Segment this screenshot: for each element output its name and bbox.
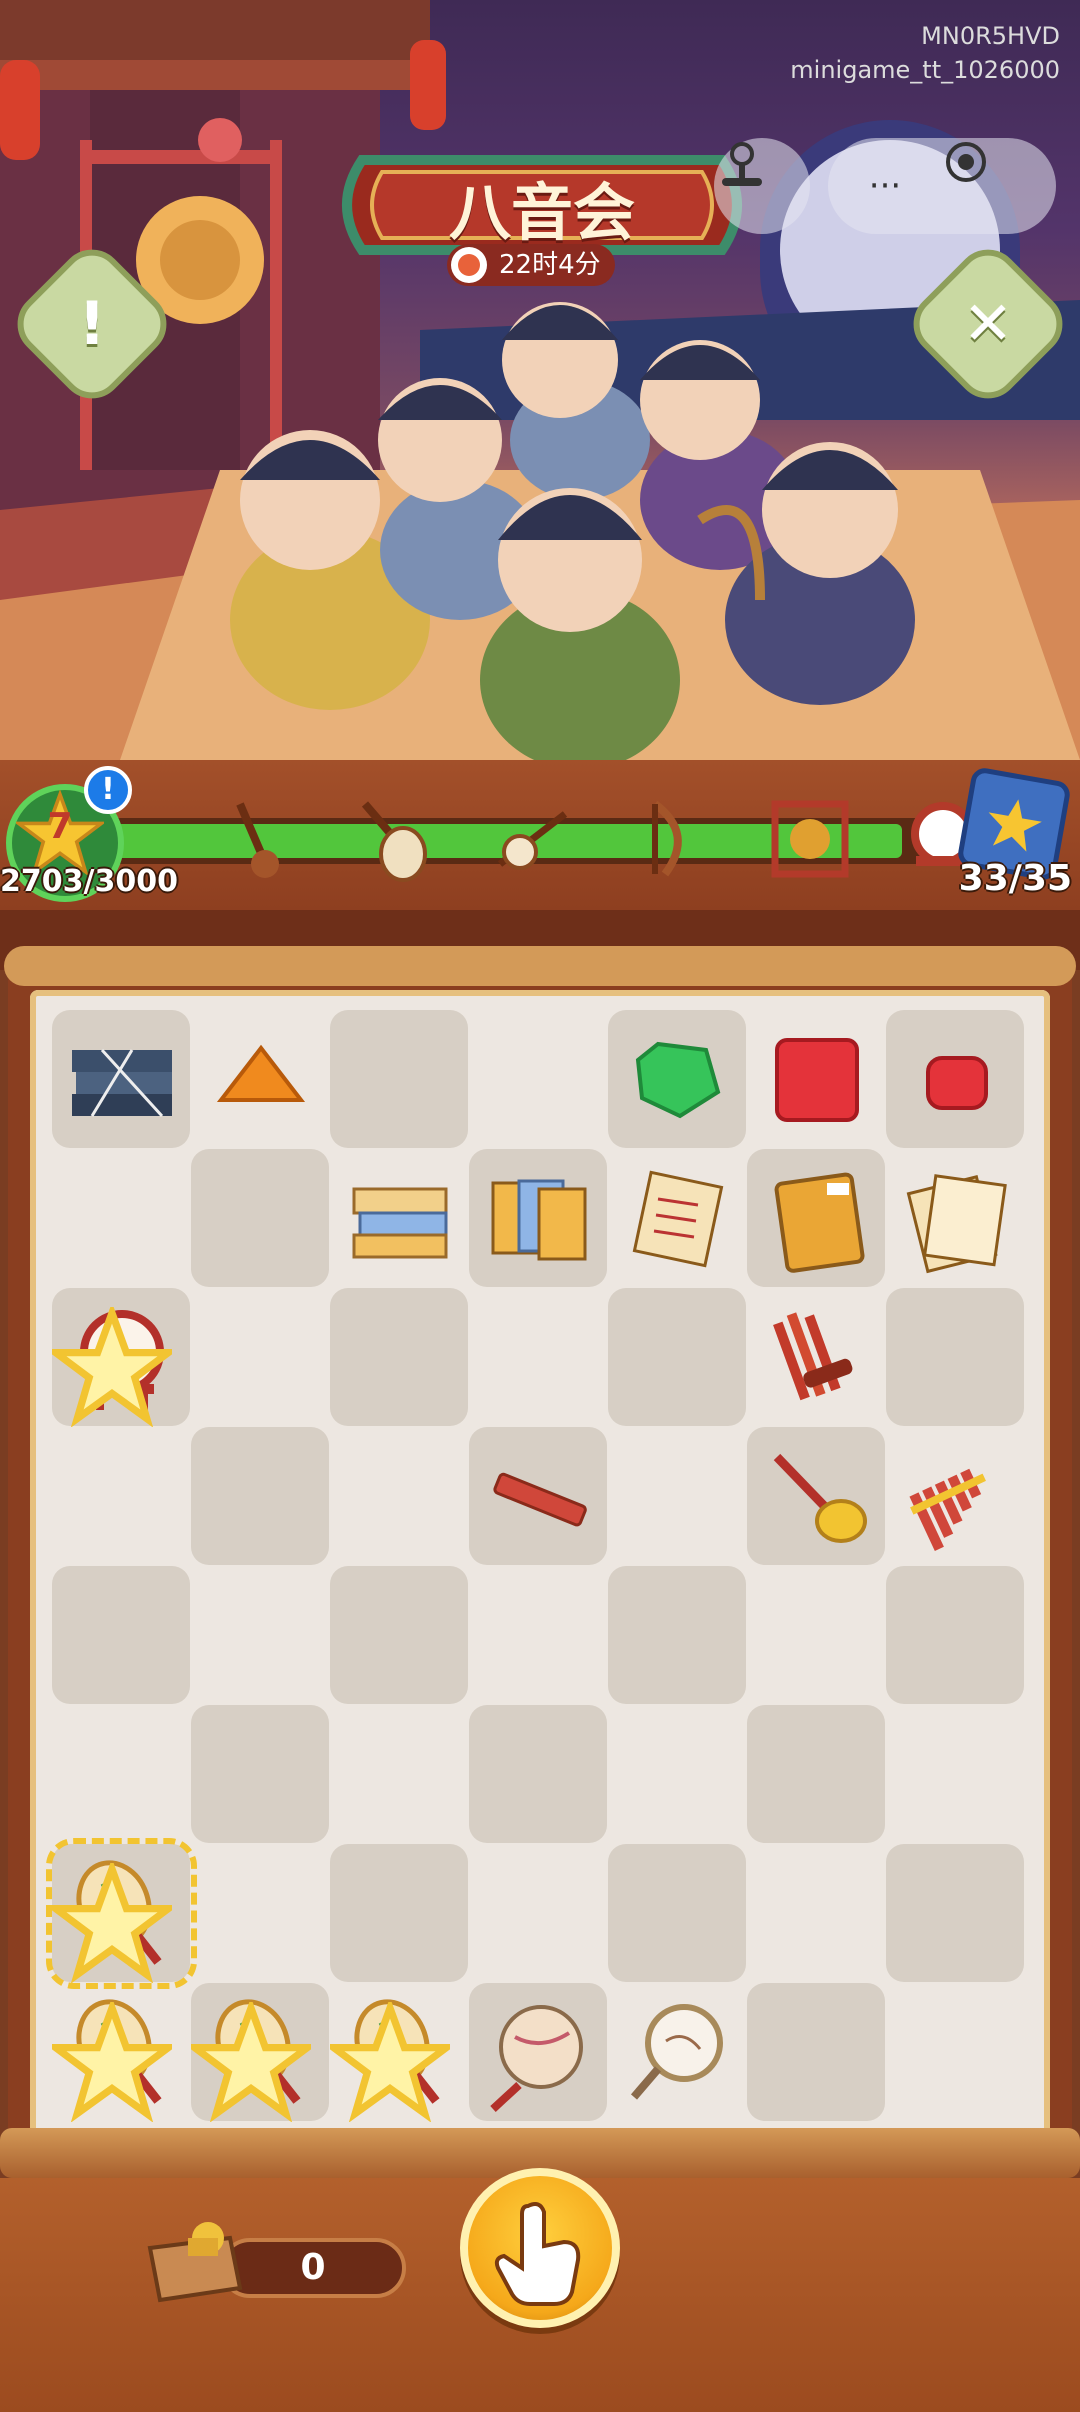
board-item-yellow-book[interactable]: [747, 1149, 886, 1288]
more-icon: ···: [868, 166, 902, 206]
gramophone-chest-icon[interactable]: [140, 2208, 250, 2308]
joystick-icon: [722, 142, 762, 186]
scene-illustration: [0, 0, 1080, 760]
board-item-music-booklets[interactable]: [469, 1149, 608, 1288]
suona-horn-icon: [773, 1453, 867, 1543]
xp-counter: 2703/3000: [0, 864, 178, 899]
gong-icon: [771, 800, 849, 878]
book-stack-icon: [352, 1187, 447, 1258]
board-cell[interactable]: [886, 1566, 1024, 1704]
board-item-suona-horn[interactable]: [747, 1427, 886, 1566]
yellow-book-icon: [774, 1172, 865, 1273]
star-badge-icon: [330, 2002, 450, 2122]
board-item-fan[interactable]: [330, 1983, 469, 2122]
board-item-sheng-pipes[interactable]: [747, 1288, 886, 1427]
board-cell[interactable]: [330, 1844, 468, 1982]
produce-button[interactable]: [460, 2168, 620, 2328]
board-cell[interactable]: [747, 1705, 885, 1843]
board-item-fan[interactable]: [191, 1983, 330, 2122]
red-gem-small-icon: [925, 1055, 988, 1110]
board-cell[interactable]: [330, 1010, 468, 1148]
board-item-pan-flute[interactable]: [886, 1427, 1025, 1566]
sheng-pipes-icon: [772, 1311, 852, 1400]
mini-program-capsule: ···: [828, 138, 1056, 234]
board-cell[interactable]: [608, 1844, 746, 1982]
event-title: 八音会: [448, 176, 635, 249]
harp-icon: [652, 800, 682, 877]
collection-progress-bar: 7 ! 2703/3000 33/35: [0, 760, 1080, 910]
clock-icon: [451, 247, 487, 283]
more-button[interactable]: ···: [828, 138, 942, 234]
board-item-red-gem-small[interactable]: [886, 1010, 1025, 1149]
board-item-fan[interactable]: [52, 1983, 191, 2122]
amber-gem-icon: [216, 1044, 305, 1102]
board-cell[interactable]: [608, 1566, 746, 1704]
footer-bar: 0: [0, 2168, 1080, 2412]
sheet-music-pages-icon: [906, 1173, 1007, 1273]
board-cell[interactable]: [608, 1288, 746, 1426]
sanxian-icon: [497, 811, 568, 870]
board-cell[interactable]: [330, 1288, 468, 1426]
board-item-green-gem[interactable]: [608, 1010, 747, 1149]
board-cell[interactable]: [886, 1844, 1024, 1982]
close-icon: ✕: [962, 289, 1014, 359]
board-cell[interactable]: [747, 1983, 885, 2121]
star-badge-icon: [191, 2002, 311, 2122]
pan-flute-icon: [908, 1468, 986, 1551]
star-badge-icon: [52, 1863, 172, 1983]
event-timer-text: 22时4分: [499, 250, 601, 280]
red-gem-large-icon: [774, 1037, 859, 1122]
watermark-code: MN0R5HVD: [921, 22, 1060, 50]
target-icon: [946, 142, 986, 182]
board-item-sheet-music-pages[interactable]: [886, 1149, 1025, 1288]
event-scene: MN0R5HVD minigame_tt_1026000 八音会 22时4分 ·…: [0, 0, 1080, 760]
board-item-red-gem-large[interactable]: [747, 1010, 886, 1149]
board-cell[interactable]: [191, 1149, 329, 1287]
watermark-app-id: minigame_tt_1026000: [790, 56, 1060, 84]
board-item-drum[interactable]: [52, 1288, 191, 1427]
exclamation-icon: !: [78, 289, 106, 359]
close-button[interactable]: ✕: [900, 236, 1076, 412]
erhu-icon: [236, 802, 279, 878]
exit-mini-program-button[interactable]: [942, 138, 1056, 234]
board-item-round-mirror[interactable]: [608, 1983, 747, 2122]
merge-board: [30, 990, 1050, 2140]
bamboo-slip-icon: [492, 1472, 587, 1526]
board-item-fan[interactable]: [46, 1838, 197, 1989]
board-item-painted-fan[interactable]: [469, 1983, 608, 2122]
notification-badge[interactable]: !: [84, 766, 132, 814]
event-timer: 22时4分: [447, 244, 615, 286]
board-cell[interactable]: [191, 1427, 329, 1565]
tap-hand-icon: [494, 2202, 581, 2306]
board-cell[interactable]: [886, 1288, 1024, 1426]
board-cell[interactable]: [191, 1705, 329, 1843]
board-item-book-stack[interactable]: [330, 1149, 469, 1288]
board-item-dusty-books[interactable]: [52, 1010, 191, 1149]
level-number: 7: [47, 806, 73, 847]
green-gem-icon: [635, 1041, 720, 1118]
music-booklets-icon: [491, 1179, 586, 1260]
dusty-books-icon: [71, 1048, 172, 1117]
board-item-amber-gem[interactable]: [191, 1010, 330, 1149]
sheet-music-scroll-icon: [632, 1170, 723, 1267]
pipa-icon: [361, 801, 427, 882]
painted-fan-icon: [489, 2004, 583, 2112]
round-mirror-icon: [630, 2003, 723, 2100]
joystick-button[interactable]: [714, 138, 810, 234]
board-cell[interactable]: [469, 1705, 607, 1843]
board-item-bamboo-slip[interactable]: [469, 1427, 608, 1566]
info-button[interactable]: !: [4, 236, 180, 412]
collection-counter: 33/35: [958, 858, 1072, 899]
board-cell[interactable]: [52, 1566, 190, 1704]
star-badge-icon: [52, 1307, 172, 1427]
board-item-sheet-music-scroll[interactable]: [608, 1149, 747, 1288]
star-badge-icon: [52, 2002, 172, 2122]
board-cell[interactable]: [330, 1566, 468, 1704]
